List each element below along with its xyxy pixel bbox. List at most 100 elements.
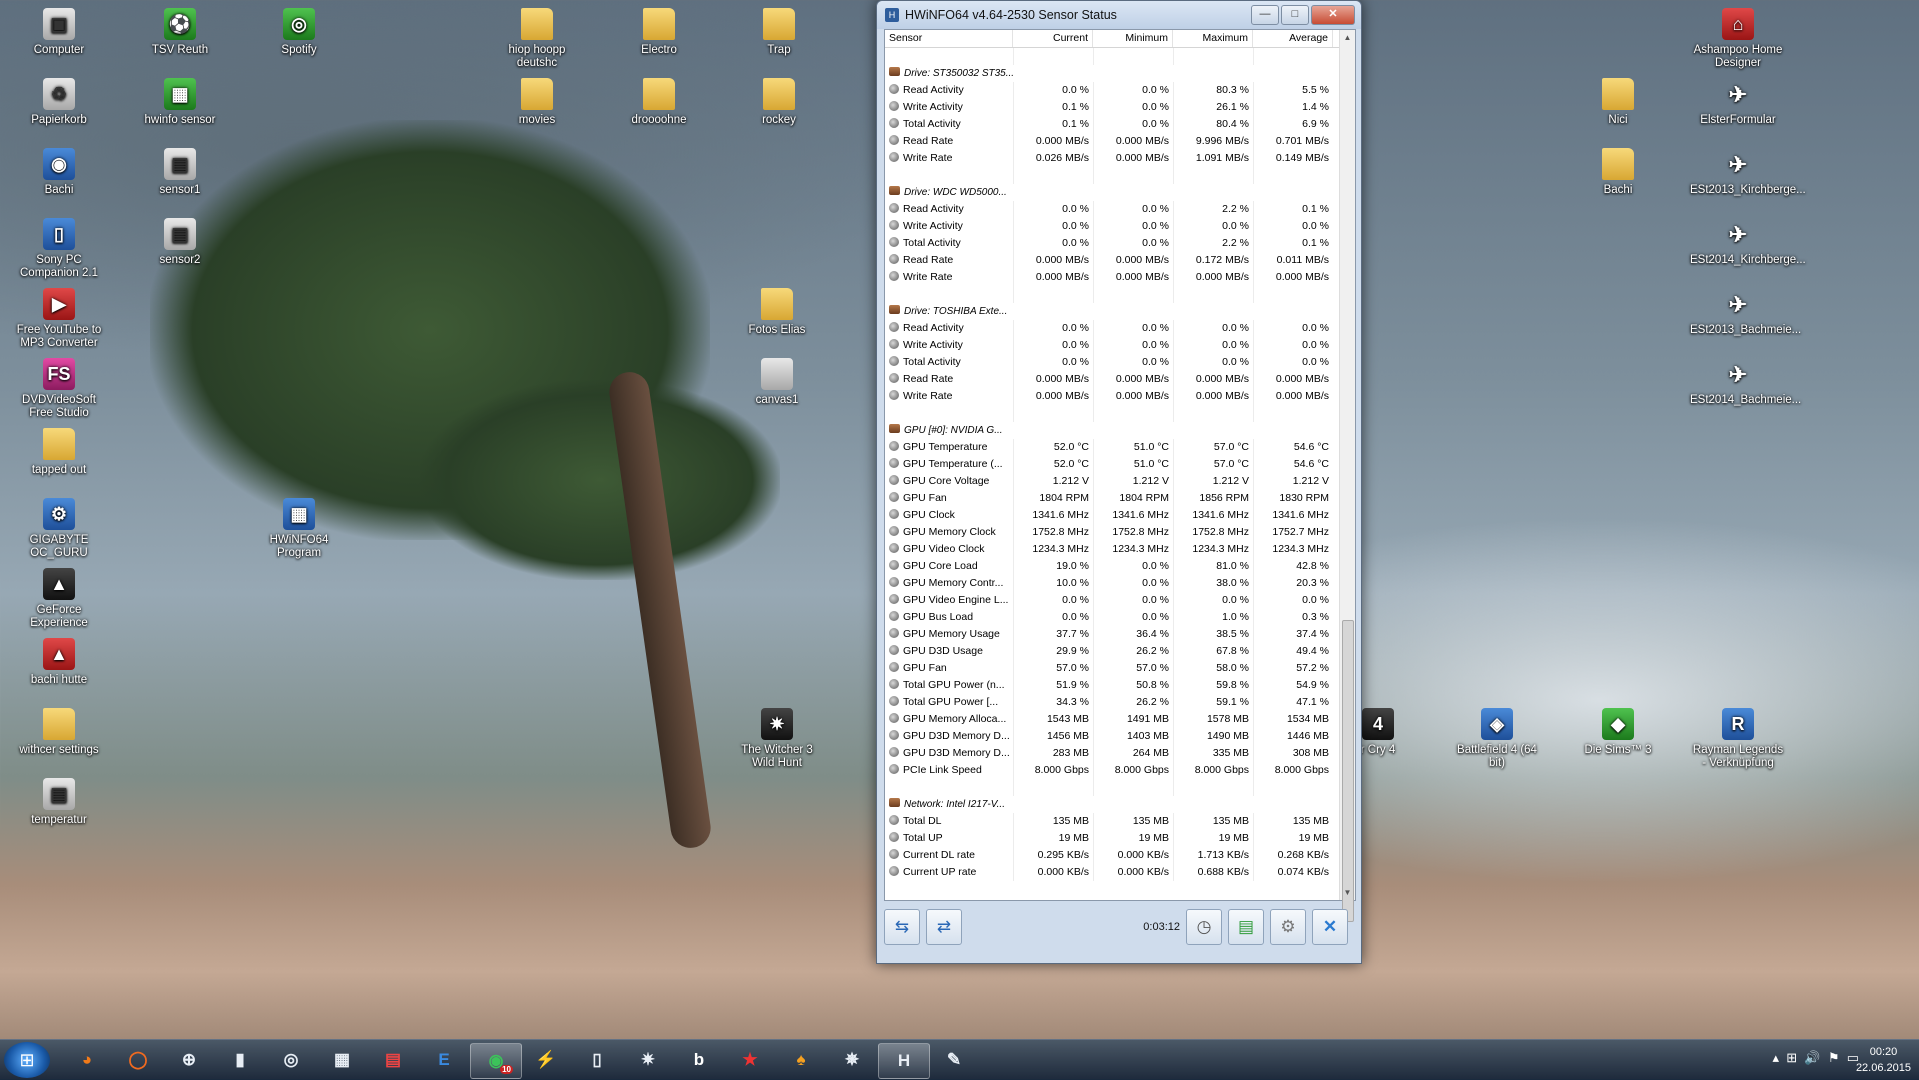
sensor-row[interactable]: Total Activity 0.1 % 0.0 % 80.4 % 6.9 % (885, 116, 1340, 133)
column-header-maximum[interactable]: Maximum (1173, 30, 1253, 47)
desktop-icon[interactable]: ✈ ElsterFormular (1690, 78, 1786, 127)
action-center-flag-icon[interactable]: ⚑ (1828, 1050, 1840, 1065)
desktop-icon[interactable]: FS DVDVideoSoft Free Studio (11, 358, 107, 420)
desktop-icon[interactable]: ✈ ESt2014_Kirchberge... (1690, 218, 1806, 267)
window-titlebar[interactable]: H HWiNFO64 v4.64-2530 Sensor Status — □ … (877, 1, 1361, 29)
sensor-row[interactable]: GPU Fan 1804 RPM 1804 RPM 1856 RPM 1830 RPM (885, 490, 1340, 507)
desktop-icon[interactable]: ✈ ESt2013_Bachmeie... (1690, 288, 1801, 337)
clock-icon[interactable]: ◷ (1186, 909, 1222, 945)
sensor-row[interactable]: Write Rate 0.000 MB/s 0.000 MB/s 0.000 MB/s… (885, 269, 1340, 286)
sensor-row[interactable]: Write Rate 0.000 MB/s 0.000 MB/s 0.000 MB/s… (885, 388, 1340, 405)
taskbar-spotify-icon[interactable]: ◉ 10 (470, 1043, 522, 1079)
desktop-icon[interactable]: movies (489, 78, 585, 127)
collapse-arrows-icon[interactable]: ⇄ (926, 909, 962, 945)
column-header-current[interactable]: Current (1013, 30, 1093, 47)
sensor-row[interactable]: Total Activity 0.0 % 0.0 % 2.2 % 0.1 % (885, 235, 1340, 252)
sensor-row[interactable]: GPU Video Clock 1234.3 MHz 1234.3 MHz 1234.… (885, 541, 1340, 558)
desktop-icon[interactable]: ✷ The Witcher 3 Wild Hunt (729, 708, 825, 770)
desktop-icon[interactable]: ◉ Bachi (11, 148, 107, 197)
maximize-button[interactable]: □ (1281, 5, 1309, 25)
clock[interactable]: 00:20 22.06.2015 (1856, 1044, 1911, 1076)
sensor-row[interactable]: Total GPU Power (n... 51.9 % 50.8 % 59.8 % 5… (885, 677, 1340, 694)
desktop-icon[interactable]: Fotos Elias (729, 288, 825, 337)
desktop-icon[interactable]: ◈ Battlefield 4 (64 bit) (1449, 708, 1545, 770)
sensor-row[interactable]: GPU D3D Memory D... 283 MB 264 MB 335 MB 308… (885, 745, 1340, 762)
desktop-icon[interactable]: ▤ sensor2 (132, 218, 228, 267)
vertical-scrollbar[interactable]: ▲ ▼ (1339, 30, 1355, 922)
taskbar-ec3-icon[interactable]: E (419, 1043, 469, 1077)
desktop-icon[interactable]: Bachi (1570, 148, 1666, 197)
desktop-icon[interactable]: hiop hoopp deutshc (489, 8, 585, 70)
sensor-row[interactable]: Read Activity 0.0 % 0.0 % 2.2 % 0.1 % (885, 201, 1340, 218)
sensor-row[interactable]: Write Activity 0.0 % 0.0 % 0.0 % 0.0 % (885, 218, 1340, 235)
taskbar-hwinfo-icon[interactable]: H (878, 1043, 930, 1079)
sensor-group-row[interactable]: Drive: ST350032 ST35... (885, 65, 1340, 82)
desktop-icon[interactable]: ▣ Computer (11, 8, 107, 57)
taskbar-firefox-icon[interactable]: ◕ (62, 1043, 112, 1077)
taskbar-games-icon[interactable]: ▦ (317, 1043, 367, 1077)
desktop-icon[interactable]: ▦ HWiNFO64 Program (251, 498, 347, 560)
taskbar-webcam-icon[interactable]: ◎ (266, 1043, 316, 1077)
sensor-row[interactable]: GPU Memory Alloca... 1543 MB 1491 MB 1578 M… (885, 711, 1340, 728)
desktop-icon[interactable]: ✈ ESt2013_Kirchberge... (1690, 148, 1806, 197)
desktop-icon[interactable]: ▤ temperatur (11, 778, 107, 827)
sensor-row[interactable]: GPU D3D Usage 29.9 % 26.2 % 67.8 % 49.4 % (885, 643, 1340, 660)
sensor-row[interactable]: Read Activity 0.0 % 0.0 % 80.3 % 5.5 % (885, 82, 1340, 99)
desktop-icon[interactable]: ▲ GeForce Experience (11, 568, 107, 630)
sensor-row[interactable]: Read Rate 0.000 MB/s 0.000 MB/s 0.000 MB/s 0… (885, 371, 1340, 388)
start-button[interactable]: ⊞ (4, 1042, 50, 1078)
sensor-row[interactable]: Current DL rate 0.295 KB/s 0.000 KB/s 1.713… (885, 847, 1340, 864)
settings-icon[interactable]: ⚙ (1270, 909, 1306, 945)
sensor-row[interactable]: GPU Video Engine L... 0.0 % 0.0 % 0.0 % 0.0 … (885, 592, 1340, 609)
minimize-button[interactable]: — (1251, 5, 1279, 25)
taskbar-ie-network-icon[interactable]: ⊕ (164, 1043, 214, 1077)
taskbar-origin-icon[interactable]: ◯ (113, 1043, 163, 1077)
desktop-icon[interactable]: ♲ Papierkorb (11, 78, 107, 127)
sensor-group-row[interactable]: Network: Intel I217-V... (885, 796, 1340, 813)
taskbar-thunder-icon[interactable]: ⚡ (521, 1043, 571, 1077)
desktop-icon[interactable]: ◎ Spotify (251, 8, 347, 57)
sensor-row[interactable]: GPU Clock 1341.6 MHz 1341.6 MHz 1341.6 MHz 1… (885, 507, 1340, 524)
sensor-row[interactable]: Write Activity 0.0 % 0.0 % 0.0 % 0.0 % (885, 337, 1340, 354)
desktop-icon[interactable]: ▯ Sony PC Companion 2.1 (11, 218, 107, 280)
desktop-icon[interactable]: R Rayman Legends - Verknüpfung (1690, 708, 1786, 770)
sensor-row[interactable]: GPU D3D Memory D... 1456 MB 1403 MB 1490 MB… (885, 728, 1340, 745)
desktop-icon[interactable]: tapped out (11, 428, 107, 477)
taskbar-mobile-icon[interactable]: ▮ (215, 1043, 265, 1077)
column-header-minimum[interactable]: Minimum (1093, 30, 1173, 47)
scrollbar-thumb[interactable] (1342, 620, 1354, 922)
close-icon[interactable]: ✕ (1312, 909, 1348, 945)
desktop-icon[interactable]: Electro (611, 8, 707, 57)
sensor-row[interactable]: GPU Core Voltage 1.212 V 1.212 V 1.212 V 1.2… (885, 473, 1340, 490)
sensor-row[interactable]: Total UP 19 MB 19 MB 19 MB 19 MB (885, 830, 1340, 847)
scroll-up-arrow-icon[interactable]: ▲ (1340, 30, 1355, 45)
sensor-row[interactable]: Read Rate 0.000 MB/s 0.000 MB/s 0.172 MB/s 0… (885, 252, 1340, 269)
taskbar-witcher-icon[interactable]: ✷ (623, 1043, 673, 1077)
close-button[interactable]: ✕ (1311, 5, 1355, 25)
desktop-icon[interactable]: ✈ ESt2014_Bachmeie... (1690, 358, 1801, 407)
sensor-group-row[interactable]: Drive: TOSHIBA Exte... (885, 303, 1340, 320)
desktop-icon[interactable]: droooohne (611, 78, 707, 127)
desktop-icon[interactable]: ▶ Free YouTube to MP3 Converter (11, 288, 107, 350)
sensor-group-row[interactable]: GPU [#0]: NVIDIA G... (885, 422, 1340, 439)
taskbar-bing-icon[interactable]: b (674, 1043, 724, 1077)
desktop-icon[interactable]: canvas1 (729, 358, 825, 407)
desktop-icon[interactable]: ◆ Die Sims™ 3 (1570, 708, 1666, 757)
taskbar-pdf-icon[interactable]: ▤ (368, 1043, 418, 1077)
tray-windows-icon[interactable]: ⊞ (1786, 1050, 1797, 1065)
sensor-row[interactable]: Read Activity 0.0 % 0.0 % 0.0 % 0.0 % (885, 320, 1340, 337)
taskbar-phone-icon[interactable]: ▯ (572, 1043, 622, 1077)
sensor-row[interactable]: GPU Memory Clock 1752.8 MHz 1752.8 MHz 1752… (885, 524, 1340, 541)
sensor-row[interactable]: GPU Fan 57.0 % 57.0 % 58.0 % 57.2 % (885, 660, 1340, 677)
sensor-row[interactable]: GPU Bus Load 0.0 % 0.0 % 1.0 % 0.3 % (885, 609, 1340, 626)
desktop-icon[interactable]: ▤ sensor1 (132, 148, 228, 197)
column-header-average[interactable]: Average (1253, 30, 1333, 47)
desktop-icon[interactable]: Nici (1570, 78, 1666, 127)
taskbar-star-icon[interactable]: ★ (725, 1043, 775, 1077)
desktop-icon[interactable]: ▲ bachi hutte (11, 638, 107, 687)
sensor-row[interactable]: Total GPU Power [... 34.3 % 26.2 % 59.1 % 47… (885, 694, 1340, 711)
taskbar-paint-icon[interactable]: ✎ (929, 1043, 979, 1077)
taskbar-poker-icon[interactable]: ♠ (776, 1043, 826, 1077)
sensor-row[interactable]: Write Activity 0.1 % 0.0 % 26.1 % 1.4 % (885, 99, 1340, 116)
desktop-icon[interactable]: ▦ hwinfo sensor (132, 78, 228, 127)
